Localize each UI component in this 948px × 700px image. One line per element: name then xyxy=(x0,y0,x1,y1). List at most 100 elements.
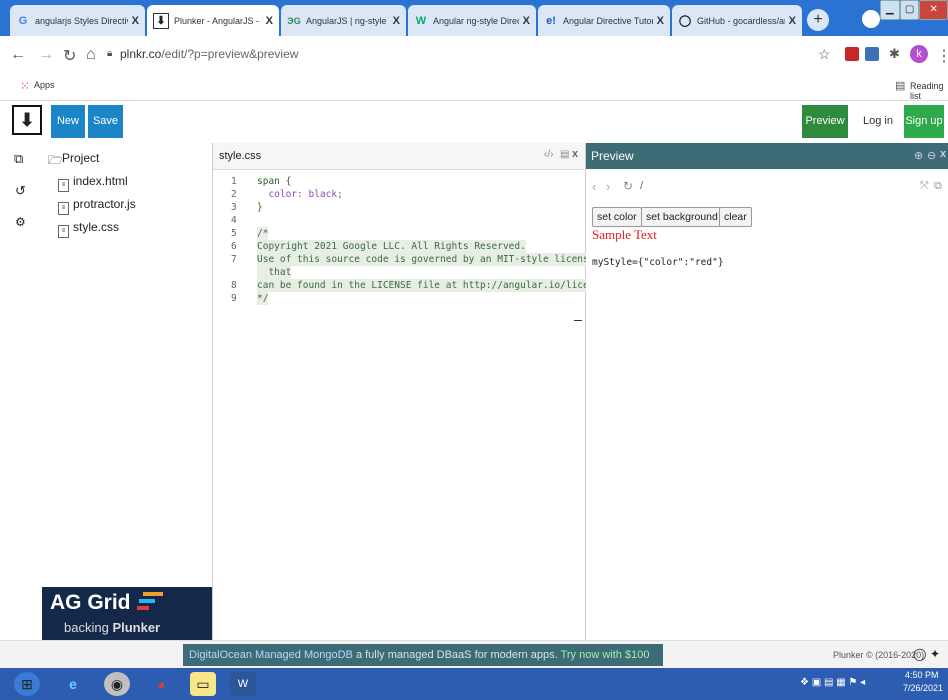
close-editor-icon[interactable]: x xyxy=(572,148,578,160)
copy-icon[interactable]: ▤ xyxy=(560,149,569,160)
line-number: 2 xyxy=(231,189,237,200)
tab-title: angularjs Styles Directives p xyxy=(35,15,128,26)
line-number: 1 xyxy=(231,176,237,187)
url-path: /edit/?p=preview&preview xyxy=(161,47,299,61)
preview-button[interactable]: Preview xyxy=(802,105,848,138)
tab-github[interactable]: ◯ GitHub - gocardless/angula X xyxy=(672,5,802,36)
new-tab-button[interactable]: + xyxy=(807,9,829,31)
gfg-icon: ЭG xyxy=(287,15,301,26)
forward-icon[interactable]: → xyxy=(38,46,54,64)
preview-header: Preview ⊕ ⊖ x xyxy=(586,143,948,169)
star-icon[interactable]: ☆ xyxy=(818,46,831,63)
aggrid-subtitle: backing Plunker xyxy=(64,620,160,635)
preview-path[interactable]: / xyxy=(640,180,643,192)
apps-link[interactable]: Apps xyxy=(34,80,55,90)
twitter-icon[interactable]: ✦ xyxy=(930,647,940,661)
fullscreen-icon[interactable]: ⤧ xyxy=(920,180,929,193)
plunker-toolbar: ⬇ New Save Preview Log in Sign up xyxy=(0,101,948,144)
set-background-button[interactable]: set background xyxy=(641,207,723,227)
login-button[interactable]: Log in xyxy=(858,105,898,138)
file-style-css[interactable]: ≡ style.css xyxy=(58,220,119,238)
line-text: Use of this source code is governed by a… xyxy=(257,253,595,266)
line-text: can be found in the LICENSE file at http… xyxy=(257,279,606,292)
file-name: style.css xyxy=(73,220,120,234)
code-editor-pane: style.css ‹/› ▤ x 1 span {2 color: black;… xyxy=(213,143,606,640)
reload-icon[interactable]: ↻ xyxy=(63,46,76,66)
zoom-out-icon[interactable]: ⊖ xyxy=(927,149,936,162)
line-number: 7 xyxy=(231,254,237,265)
url-host: plnkr.co xyxy=(120,47,162,61)
close-icon[interactable]: X xyxy=(657,15,664,27)
files-icon[interactable]: ⧉ xyxy=(14,151,23,167)
line-text: that xyxy=(257,266,292,279)
scroll-marker xyxy=(574,320,582,321)
preview-refresh-icon[interactable]: ↻ xyxy=(623,179,633,193)
file-name: index.html xyxy=(73,174,128,188)
windows-taskbar: ⊞ e ◉ ◕ ▭ W ❖ ▣ ▤ ▦ ⚑ ◂ 4:50 PM 7/26/202… xyxy=(0,668,948,700)
settings-gear-icon[interactable]: ⚙ xyxy=(15,215,26,229)
window-close-icon[interactable]: ✕ xyxy=(919,0,948,20)
start-button-icon[interactable]: ⊞ xyxy=(14,672,40,696)
close-preview-icon[interactable]: x xyxy=(940,148,946,160)
tab-search-icon[interactable] xyxy=(862,10,880,28)
internet-explorer-icon[interactable]: e xyxy=(60,672,86,696)
close-icon[interactable]: X xyxy=(789,15,796,27)
tab-ng-style-directive[interactable]: ЭG AngularJS | ng-style Directi X xyxy=(281,5,406,36)
plunker-icon: ⬇ xyxy=(153,12,169,29)
digitalocean-ad[interactable]: DigitalOcean Managed MongoDB a fully man… xyxy=(183,644,663,685)
github-icon: ◯ xyxy=(678,14,692,27)
clock-time: 4:50 PM xyxy=(905,670,939,680)
reading-list-icon: ▤ xyxy=(895,80,906,92)
close-icon[interactable]: X xyxy=(393,15,400,27)
file-icon: ≡ xyxy=(58,179,69,192)
set-color-button[interactable]: set color xyxy=(592,207,642,227)
code-view-icon[interactable]: ‹/› xyxy=(544,149,553,160)
file-index-html[interactable]: ≡ index.html xyxy=(58,174,128,192)
media-player-icon[interactable]: ◉ xyxy=(104,672,130,696)
clear-button[interactable]: clear xyxy=(719,207,752,227)
line-text: } xyxy=(257,202,263,213)
close-icon[interactable]: X xyxy=(132,15,139,27)
chrome-icon[interactable]: ◕ xyxy=(148,672,174,696)
signup-button[interactable]: Sign up xyxy=(904,105,944,138)
footer: DigitalOcean Managed MongoDB a fully man… xyxy=(0,640,948,685)
line-number: 4 xyxy=(231,215,237,226)
puzzle-icon[interactable]: ✱ xyxy=(889,46,900,62)
minimize-icon[interactable]: ▁ xyxy=(880,0,900,20)
file-explorer-icon[interactable]: ▭ xyxy=(190,672,216,696)
preview-forward-icon[interactable]: › xyxy=(606,179,610,194)
profile-avatar[interactable]: k xyxy=(910,45,928,63)
extension-icon-2[interactable] xyxy=(865,47,879,61)
open-window-icon[interactable]: ⧉ xyxy=(934,180,942,193)
project-label[interactable]: Project xyxy=(62,151,99,165)
github-footer-icon[interactable]: ◯ xyxy=(913,647,926,661)
maximize-icon[interactable]: ▢ xyxy=(899,0,920,20)
menu-dots-icon[interactable]: ⋮ xyxy=(936,46,948,66)
tab-angularjs-styles[interactable]: G angularjs Styles Directives p X xyxy=(10,5,145,36)
word-icon[interactable]: W xyxy=(230,672,256,696)
reading-list-link[interactable]: Reading list xyxy=(910,81,948,101)
file-protractor-js[interactable]: ≡ protractor.js xyxy=(58,197,136,215)
back-icon[interactable]: ← xyxy=(10,46,26,64)
tab-plunker[interactable]: ⬇ Plunker - AngularJS - Examp X xyxy=(147,5,279,36)
new-button[interactable]: New xyxy=(51,105,85,138)
tab-directive-tutorial[interactable]: e! Angular Directive Tutorial W X xyxy=(538,5,670,36)
aggrid-sponsor-banner[interactable]: AG Grid backing Plunker xyxy=(42,587,212,640)
tab-w3schools[interactable]: W Angular ng-style Directive X xyxy=(408,5,536,36)
browser-tab-bar: G angularjs Styles Directives p X ⬇ Plun… xyxy=(0,0,948,36)
tab-title: Angular ng-style Directive xyxy=(433,15,519,26)
history-icon[interactable]: ↺ xyxy=(15,183,26,199)
line-number: 3 xyxy=(231,202,237,213)
zoom-in-icon[interactable]: ⊕ xyxy=(914,149,923,162)
copyright-text: Plunker © (2016-2020) xyxy=(833,650,925,660)
url-field[interactable]: plnkr.co/edit/?p=preview&preview xyxy=(120,47,298,61)
close-icon[interactable]: X xyxy=(266,15,273,27)
preview-back-icon[interactable]: ‹ xyxy=(592,179,596,194)
home-icon[interactable]: ⌂ xyxy=(86,46,96,64)
close-icon[interactable]: X xyxy=(523,15,530,27)
line-number: 9 xyxy=(231,293,237,304)
aggrid-brand: Plunker xyxy=(112,620,161,635)
extension-icon[interactable] xyxy=(845,47,859,61)
plunker-logo-icon[interactable]: ⬇ xyxy=(12,105,42,135)
save-button[interactable]: Save xyxy=(88,105,123,138)
